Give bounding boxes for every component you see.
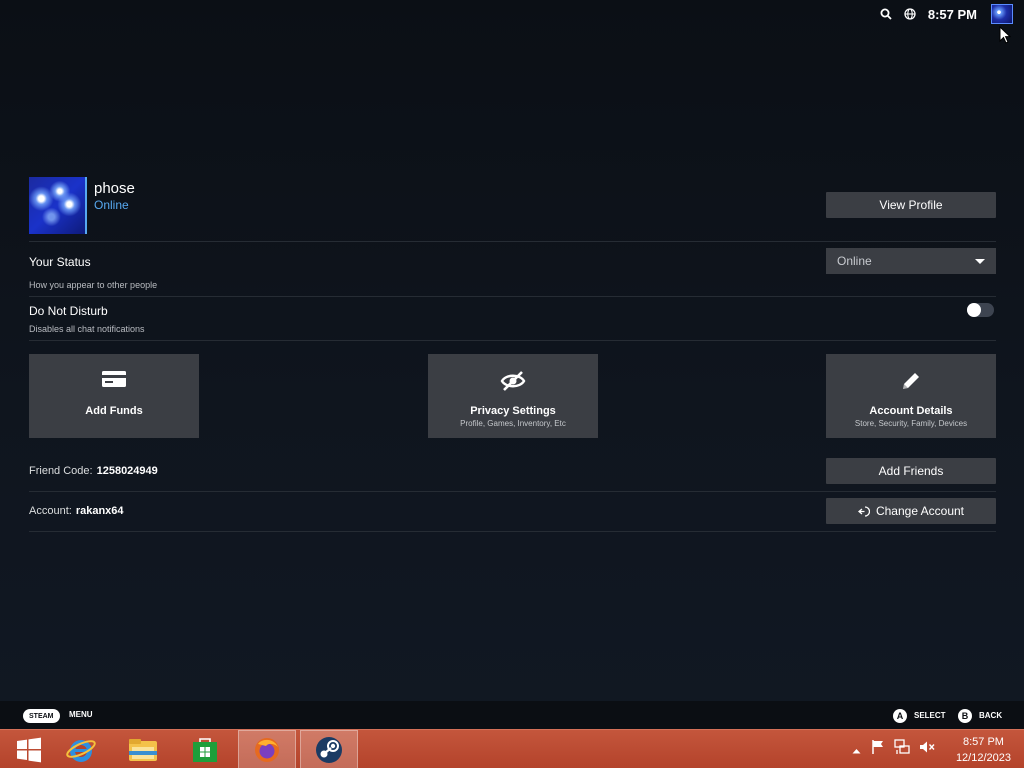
status-title: Your Status: [29, 255, 91, 269]
account-label: Account:: [29, 505, 72, 517]
windows-start-icon[interactable]: [0, 730, 58, 768]
dnd-toggle[interactable]: [967, 303, 994, 317]
divider: [29, 491, 996, 492]
tile-label: Add Funds: [85, 405, 143, 417]
taskbar-time: 8:57 PM: [962, 736, 1004, 748]
network-icon[interactable]: [894, 739, 910, 760]
credit-card-icon: [29, 370, 199, 388]
profile-header: phose Online View Profile: [29, 177, 996, 241]
search-icon[interactable]: [880, 8, 892, 20]
status-subtitle: How you appear to other people: [29, 280, 158, 290]
tile-sublabel: Store, Security, Family, Devices: [854, 419, 968, 428]
internet-explorer-icon[interactable]: [52, 730, 110, 768]
status-dropdown-value: Online: [837, 254, 872, 268]
view-profile-button[interactable]: View Profile: [826, 192, 996, 218]
divider: [29, 296, 996, 297]
friend-code-value: 1258024949: [96, 465, 158, 477]
top-bar: 8:57 PM: [880, 0, 1024, 28]
b-button-icon[interactable]: B: [958, 709, 972, 723]
tile-label: Account Details: [869, 405, 953, 417]
change-account-label: Change Account: [875, 504, 965, 518]
divider: [29, 340, 996, 341]
chevron-down-icon: [975, 259, 985, 264]
pencil-icon: [826, 370, 996, 392]
switch-account-icon: [857, 505, 870, 517]
dnd-title: Do Not Disturb: [29, 304, 108, 318]
a-button-icon[interactable]: A: [893, 709, 907, 723]
steam-window: 8:57 PM phose Online View Profile Your S…: [0, 0, 1024, 729]
account-row: Account: rakanx64: [29, 505, 124, 517]
profile-name: phose: [94, 180, 135, 197]
globe-icon[interactable]: [904, 8, 916, 20]
profile-status: Online: [94, 198, 129, 212]
steam-button[interactable]: STEAM: [23, 709, 60, 723]
chevron-up-icon[interactable]: [852, 741, 861, 759]
add-funds-tile[interactable]: Add Funds: [29, 354, 199, 438]
windows-store-icon[interactable]: [176, 730, 234, 768]
tile-label: Privacy Settings: [470, 405, 556, 417]
clock: 8:57 PM: [927, 6, 977, 22]
account-details-tile[interactable]: Account Details Store, Security, Family,…: [826, 354, 996, 438]
system-tray: [852, 730, 935, 768]
eye-off-icon: [428, 370, 598, 392]
file-explorer-icon[interactable]: [114, 730, 172, 768]
divider: [29, 531, 996, 532]
friend-code-label: Friend Code:: [29, 465, 93, 477]
tile-sublabel: Profile, Games, Inventory, Etc: [460, 419, 566, 428]
dnd-subtitle: Disables all chat notifications: [29, 324, 145, 334]
profile-avatar[interactable]: [29, 177, 87, 234]
controller-hints-bar: STEAM MENU A SELECT B BACK: [0, 701, 1024, 729]
volume-muted-icon[interactable]: [919, 740, 935, 759]
select-label: SELECT: [914, 711, 946, 720]
toggle-knob: [967, 303, 981, 317]
taskbar-date: 12/12/2023: [955, 752, 1011, 764]
privacy-settings-tile[interactable]: Privacy Settings Profile, Games, Invento…: [428, 354, 598, 438]
flag-icon[interactable]: [871, 739, 885, 760]
status-dropdown[interactable]: Online: [826, 248, 996, 274]
firefox-icon[interactable]: [238, 730, 296, 768]
mouse-cursor-icon: [999, 25, 1012, 49]
steam-app-icon[interactable]: [300, 730, 358, 768]
account-value: rakanx64: [75, 505, 124, 517]
divider: [29, 241, 996, 242]
add-friends-button[interactable]: Add Friends: [826, 458, 996, 484]
back-label: BACK: [979, 711, 1003, 720]
menu-label: MENU: [69, 710, 93, 719]
change-account-button[interactable]: Change Account: [826, 498, 996, 524]
taskbar-clock[interactable]: 8:57 PM 12/12/2023: [956, 734, 1011, 766]
windows-taskbar: 8:57 PM 12/12/2023: [0, 729, 1024, 768]
friend-code-row: Friend Code: 1258024949: [29, 465, 158, 477]
avatar[interactable]: [991, 4, 1013, 24]
